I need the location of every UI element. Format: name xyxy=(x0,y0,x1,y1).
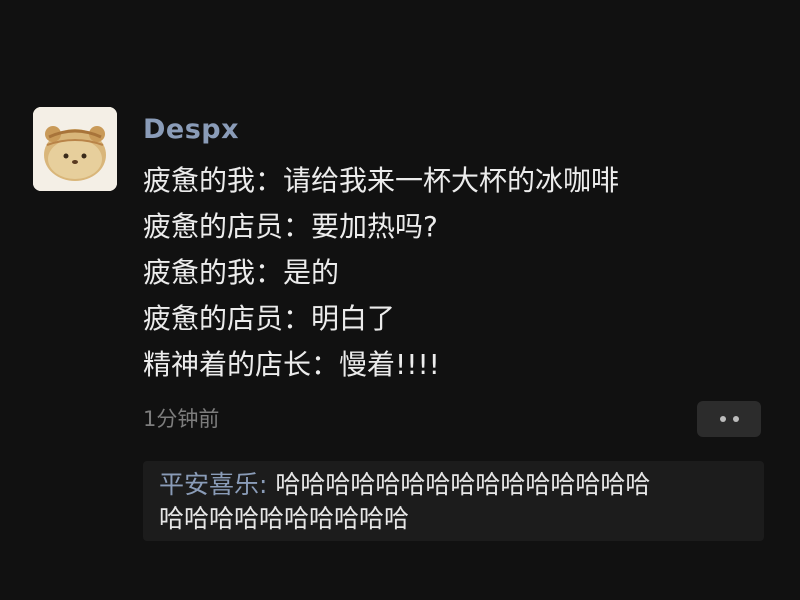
content-line: 疲惫的店员：明白了 xyxy=(143,302,396,335)
post-content: 疲惫的我：请给我来一杯大杯的冰咖啡 疲惫的店员：要加热吗? 疲惫的我：是的 疲惫… xyxy=(143,158,763,388)
content-line: 疲惫的我：是的 xyxy=(143,256,340,289)
comment-item[interactable]: 平安喜乐: 哈哈哈哈哈哈哈哈哈哈哈哈哈哈哈 xyxy=(159,469,650,501)
comment-separator: : xyxy=(259,470,276,499)
avatar[interactable] xyxy=(33,107,117,191)
bear-bread-icon xyxy=(33,107,117,191)
ellipsis-icon xyxy=(732,416,739,422)
comment-section: 平安喜乐: 哈哈哈哈哈哈哈哈哈哈哈哈哈哈哈 哈哈哈哈哈哈哈哈哈哈 xyxy=(143,461,764,541)
content-line: 疲惫的我：请给我来一杯大杯的冰咖啡 xyxy=(143,164,620,197)
comment-text-continued: 哈哈哈哈哈哈哈哈哈哈 xyxy=(159,504,410,533)
more-actions-button[interactable] xyxy=(697,401,761,437)
comment-author[interactable]: 平安喜乐 xyxy=(159,470,259,499)
content-line: 精神着的店长：慢着!!!! xyxy=(143,348,440,381)
comment-text: 哈哈哈哈哈哈哈哈哈哈哈哈哈哈哈 xyxy=(275,470,651,499)
username[interactable]: Despx xyxy=(143,112,239,148)
post-timestamp: 1分钟前 xyxy=(143,407,220,431)
ellipsis-icon xyxy=(719,416,726,422)
moment-post: Despx 疲惫的我：请给我来一杯大杯的冰咖啡 疲惫的店员：要加热吗? 疲惫的我… xyxy=(0,0,800,600)
content-line: 疲惫的店员：要加热吗? xyxy=(143,210,438,243)
